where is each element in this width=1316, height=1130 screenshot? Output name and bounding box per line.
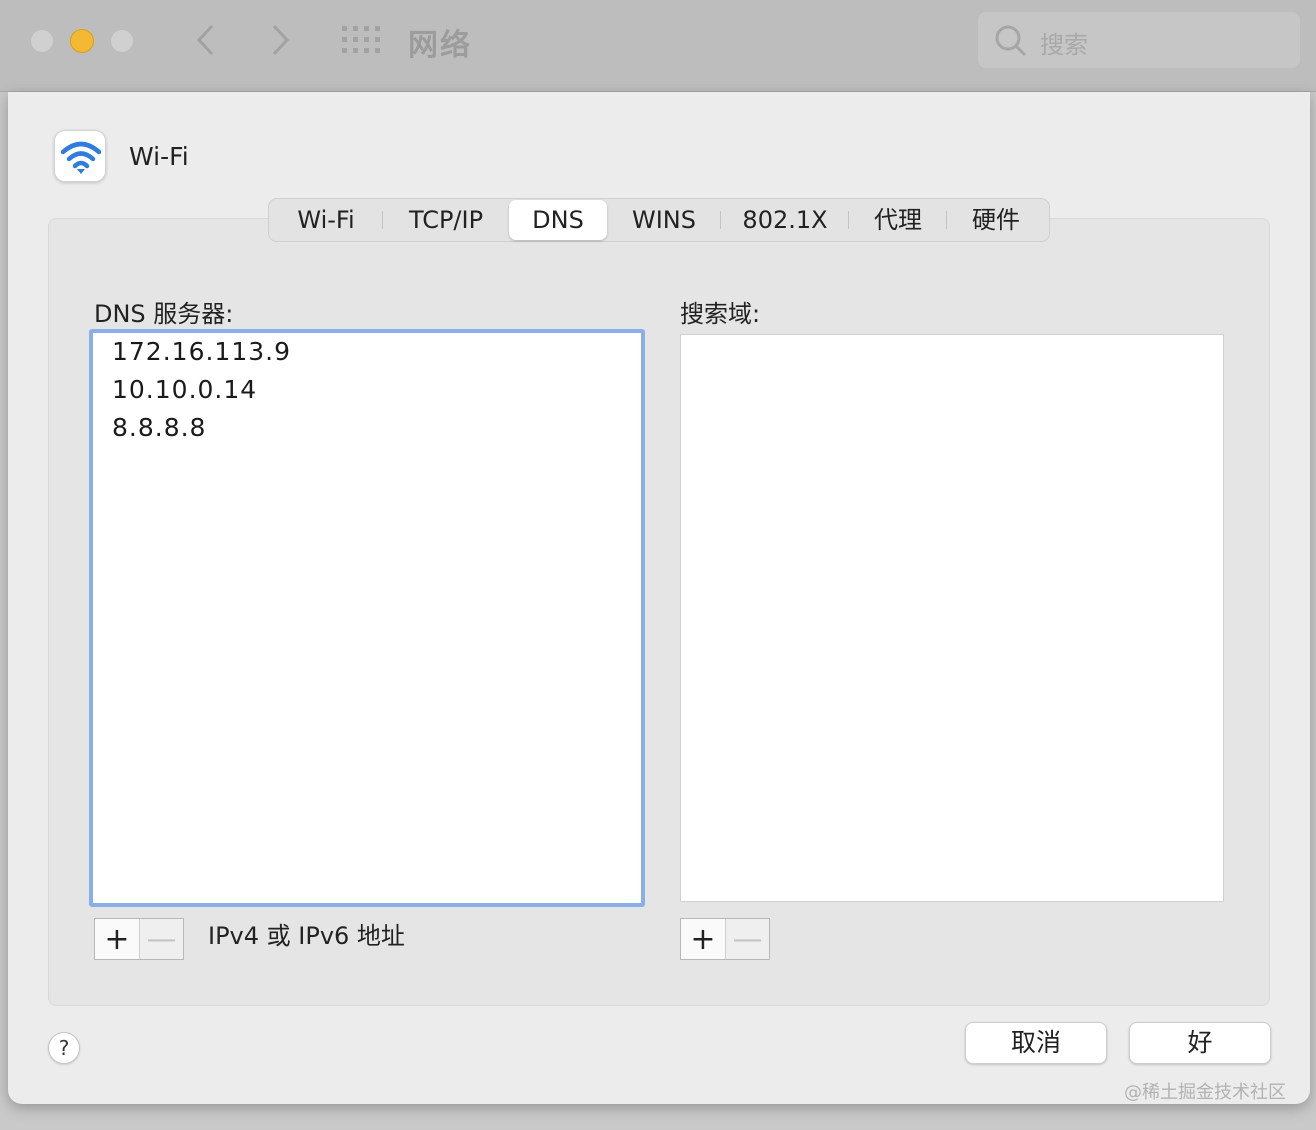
tab-proxy[interactable]: 代理: [849, 200, 947, 240]
chevron-left-icon: [196, 24, 214, 56]
back-button[interactable]: [190, 22, 224, 58]
forward-button[interactable]: [262, 22, 296, 58]
ok-button[interactable]: 好: [1129, 1022, 1271, 1064]
remove-search-domain-button[interactable]: —: [724, 919, 769, 959]
search-domains-label: 搜索域:: [680, 300, 761, 328]
tab-bar: Wi-Fi TCP/IP DNS WINS 802.1X 代理 硬件: [268, 198, 1050, 242]
close-window-button[interactable]: [30, 29, 54, 53]
tab-dns[interactable]: DNS: [509, 200, 607, 240]
watermark-text: @稀土掘金技术社区: [1124, 1082, 1286, 1103]
add-dns-server-button[interactable]: +: [95, 919, 139, 959]
list-item[interactable]: 172.16.113.9: [93, 333, 641, 371]
show-all-grid-icon[interactable]: [342, 26, 380, 54]
search-field[interactable]: 搜索: [978, 12, 1300, 68]
dns-servers-list[interactable]: 172.16.113.9 10.10.0.14 8.8.8.8: [89, 329, 645, 907]
list-item[interactable]: 8.8.8.8: [93, 409, 641, 447]
service-name: Wi-Fi: [129, 142, 189, 171]
title-bar: 网络 搜索: [0, 0, 1316, 92]
dns-add-remove-control: + —: [94, 918, 184, 960]
dns-address-hint: IPv4 或 IPv6 地址: [208, 922, 405, 950]
add-search-domain-button[interactable]: +: [681, 919, 725, 959]
help-button[interactable]: ?: [48, 1032, 80, 1064]
window-title: 网络: [408, 28, 472, 63]
chevron-right-icon: [272, 24, 290, 56]
wifi-icon: [60, 141, 102, 174]
service-icon-badge: [54, 130, 106, 182]
search-icon: [995, 25, 1027, 57]
search-placeholder: 搜索: [1040, 31, 1088, 59]
dns-servers-label: DNS 服务器:: [94, 300, 234, 328]
tab-hardware[interactable]: 硬件: [947, 200, 1045, 240]
minimize-window-button[interactable]: [70, 29, 94, 53]
tab-wins[interactable]: WINS: [607, 200, 721, 240]
search-domains-add-remove-control: + —: [680, 918, 770, 960]
search-domains-list[interactable]: [680, 334, 1224, 902]
list-item[interactable]: 10.10.0.14: [93, 371, 641, 409]
tab-tcpip[interactable]: TCP/IP: [383, 200, 509, 240]
remove-dns-server-button[interactable]: —: [138, 919, 183, 959]
tab-wifi[interactable]: Wi-Fi: [269, 200, 383, 240]
cancel-button[interactable]: 取消: [965, 1022, 1107, 1064]
dns-settings-sheet: Wi-Fi Wi-Fi TCP/IP DNS WINS 802.1X 代理 硬件…: [8, 92, 1310, 1104]
zoom-window-button[interactable]: [110, 29, 134, 53]
tab-8021x[interactable]: 802.1X: [721, 200, 849, 240]
